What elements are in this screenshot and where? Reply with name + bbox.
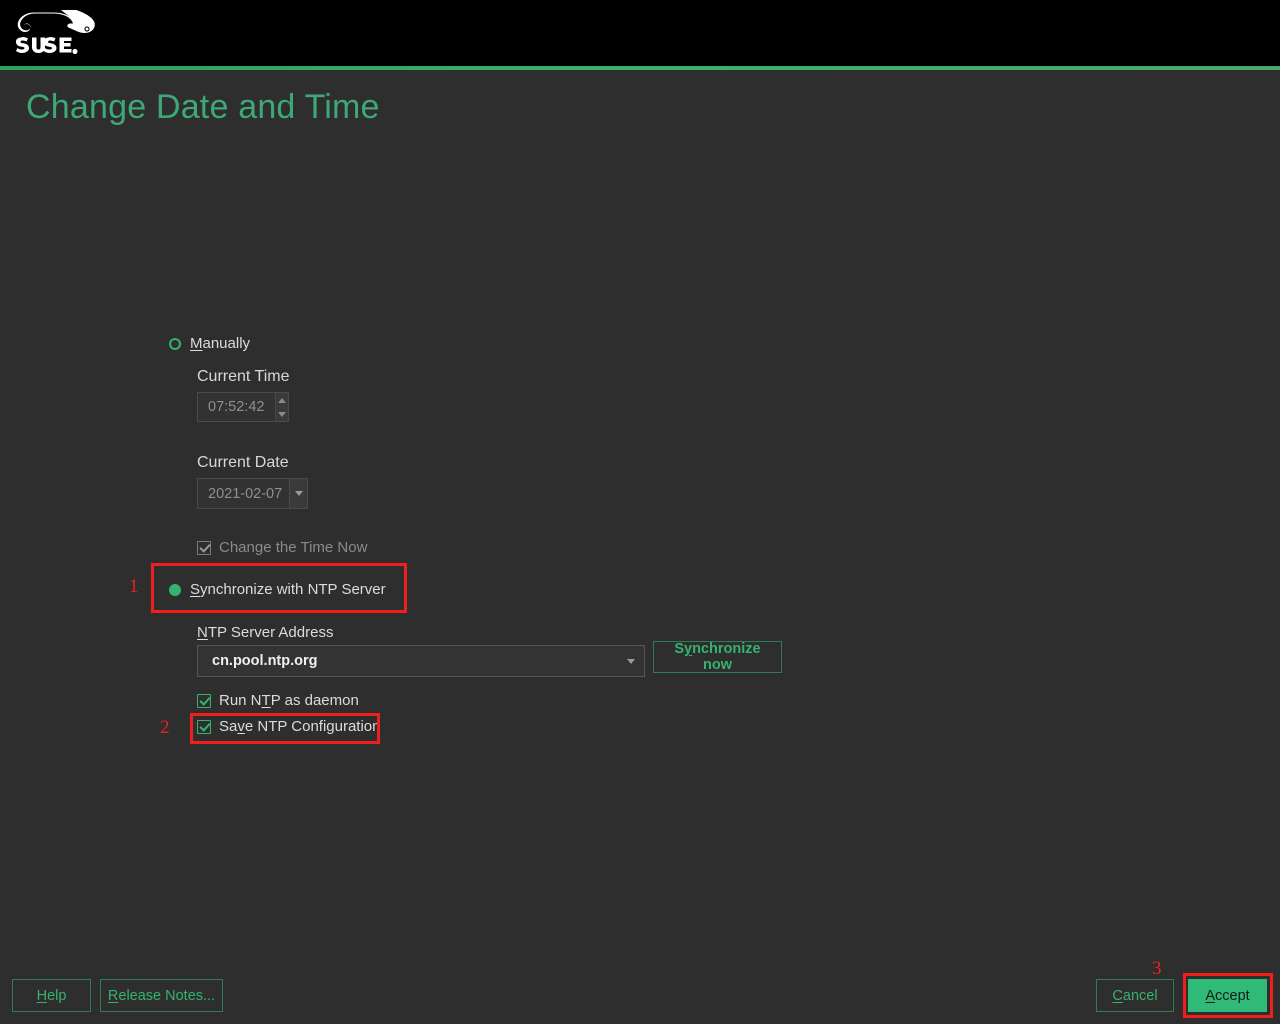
change-time-now-checkbox[interactable]: Change the Time Now	[197, 539, 367, 560]
checkbox-indicator-change-time-now	[197, 540, 211, 555]
current-time-spinner[interactable]	[275, 392, 289, 422]
header-accent-rule	[0, 66, 1280, 70]
current-time-spinbox[interactable]: 07:52:42	[197, 392, 289, 422]
save-ntp-configuration-label: Save NTP Configuration	[219, 718, 381, 735]
current-date-combobox[interactable]: 2021-02-07	[197, 478, 308, 509]
change-time-now-label: Change the Time Now	[219, 539, 368, 556]
checkbox-indicator-run-ntp-daemon	[197, 693, 211, 708]
radio-indicator-manual	[169, 337, 181, 350]
help-button[interactable]: Help	[12, 979, 91, 1012]
dialog-content: Manually Current Time 07:52:42 Current D…	[0, 150, 1280, 940]
run-ntp-as-daemon-checkbox[interactable]: Run NTP as daemon	[197, 692, 359, 713]
current-date-label: Current Date	[197, 454, 289, 471]
radio-indicator-ntp	[169, 583, 181, 596]
current-time-label: Current Time	[197, 368, 290, 385]
spinner-down-icon[interactable]	[276, 407, 288, 421]
current-date-value[interactable]: 2021-02-07	[197, 478, 289, 509]
annotation-number-2: 2	[160, 717, 170, 738]
annotation-number-3: 3	[1152, 958, 1162, 979]
accept-button[interactable]: Accept	[1188, 979, 1267, 1012]
current-time-value[interactable]: 07:52:42	[197, 392, 275, 422]
ntp-radio[interactable]: Synchronize with NTP Server	[169, 581, 386, 601]
chevron-down-icon[interactable]	[618, 658, 644, 664]
suse-logo	[16, 6, 96, 56]
page-title: Change Date and Time	[26, 88, 380, 126]
app-header	[0, 0, 1280, 66]
spinner-up-icon[interactable]	[276, 393, 288, 407]
manual-radio[interactable]: Manually	[169, 335, 250, 355]
ntp-server-address-value[interactable]: cn.pool.ntp.org	[198, 653, 618, 669]
cancel-button[interactable]: Cancel	[1096, 979, 1174, 1012]
checkbox-indicator-save-ntp-config	[197, 719, 211, 734]
run-ntp-as-daemon-label: Run NTP as daemon	[219, 692, 359, 709]
chevron-down-icon[interactable]	[289, 478, 308, 509]
annotation-number-1: 1	[129, 576, 139, 597]
release-notes-button[interactable]: Release Notes...	[100, 979, 223, 1012]
manual-radio-label: Manually	[190, 335, 251, 352]
synchronize-now-button[interactable]: Synchronize now	[653, 641, 782, 673]
ntp-radio-label: Synchronize with NTP Server	[190, 581, 386, 598]
ntp-server-address-combobox[interactable]: cn.pool.ntp.org	[197, 645, 645, 677]
save-ntp-configuration-checkbox[interactable]: Save NTP Configuration	[197, 718, 381, 739]
ntp-server-address-label: NTP Server Address	[197, 624, 334, 641]
